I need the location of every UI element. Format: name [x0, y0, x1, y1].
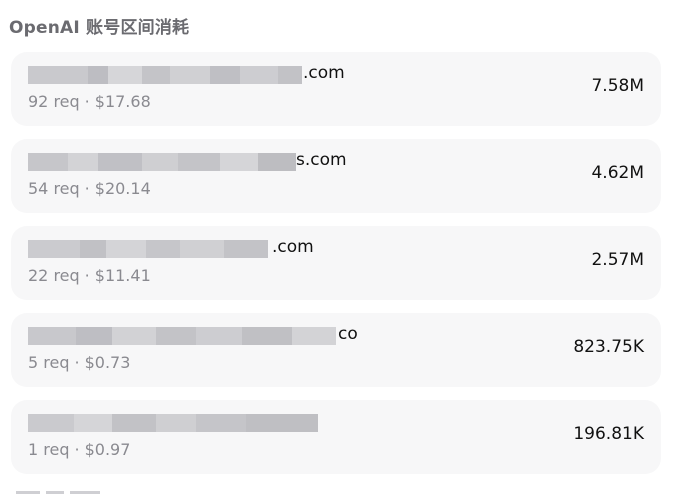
account-meta: 54 req · $20.14 [28, 179, 151, 198]
request-count: 92 req [28, 92, 80, 111]
request-count: 54 req [28, 179, 80, 198]
account-card[interactable]: .com 92 req · $17.68 7.58M [11, 52, 661, 126]
account-card[interactable]: s.com 54 req · $20.14 4.62M [11, 139, 661, 213]
separator: · [84, 179, 90, 198]
request-count: 1 req [28, 440, 70, 459]
token-usage: 196.81K [573, 424, 644, 444]
account-meta: 22 req · $11.41 [28, 266, 151, 285]
section-title: OpenAI 账号区间消耗 [9, 18, 190, 38]
account-email [28, 411, 368, 433]
email-redaction [28, 240, 268, 258]
email-suffix: s.com [296, 150, 347, 170]
account-meta: 1 req · $0.97 [28, 440, 130, 459]
account-email: s.com [28, 150, 368, 172]
account-cost: $0.73 [84, 353, 131, 372]
email-redaction [28, 327, 336, 345]
account-cost: $11.41 [94, 266, 151, 285]
account-usage-panel: OpenAI 账号区间消耗 .com 92 req · $17.68 7.58M… [0, 0, 676, 500]
email-suffix: .com [272, 237, 314, 257]
next-section-title-cropped [16, 491, 156, 500]
email-redaction [28, 66, 302, 84]
email-suffix: co [338, 324, 358, 344]
request-count: 22 req [28, 266, 80, 285]
separator: · [74, 440, 80, 459]
separator: · [84, 266, 90, 285]
account-cost: $20.14 [94, 179, 151, 198]
separator: · [74, 353, 80, 372]
account-card[interactable]: .com 22 req · $11.41 2.57M [11, 226, 661, 300]
account-meta: 92 req · $17.68 [28, 92, 151, 111]
account-meta: 5 req · $0.73 [28, 353, 130, 372]
email-redaction [28, 153, 296, 171]
token-usage: 7.58M [591, 76, 644, 96]
account-email: .com [28, 237, 368, 259]
email-redaction [28, 414, 318, 432]
request-count: 5 req [28, 353, 70, 372]
account-list: .com 92 req · $17.68 7.58M s.com 54 req … [11, 52, 661, 487]
separator: · [84, 92, 90, 111]
token-usage: 4.62M [591, 163, 644, 183]
account-cost: $0.97 [84, 440, 131, 459]
account-cost: $17.68 [94, 92, 151, 111]
token-usage: 2.57M [591, 250, 644, 270]
account-email: co [28, 324, 368, 346]
email-suffix: .com [303, 63, 345, 83]
account-card[interactable]: co 5 req · $0.73 823.75K [11, 313, 661, 387]
token-usage: 823.75K [573, 337, 644, 357]
account-email: .com [28, 63, 368, 85]
account-card[interactable]: 1 req · $0.97 196.81K [11, 400, 661, 474]
